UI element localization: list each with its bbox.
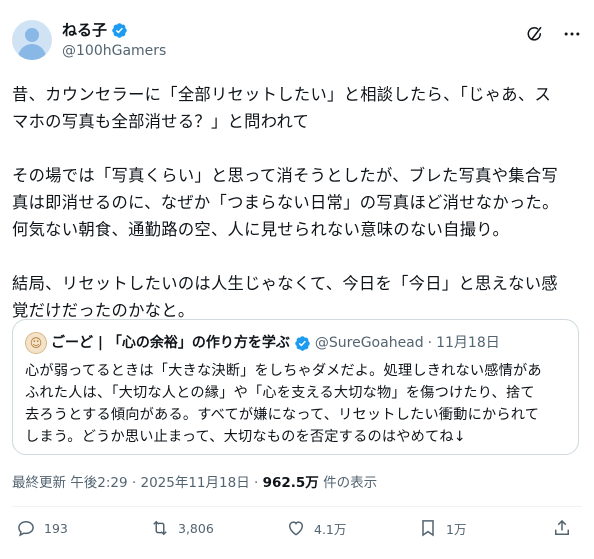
quote-avatar: ☺ — [25, 332, 47, 354]
bookmark-button[interactable]: 1万 — [418, 518, 466, 538]
tweet-meta: 最終更新 午後2:29 · 2025年11月18日 · 962.5万 件の表示 — [12, 474, 377, 492]
verified-badge-icon — [295, 335, 310, 351]
avatar-head — [25, 28, 39, 42]
views-label: 件の表示 — [318, 475, 378, 491]
grok-icon[interactable] — [526, 25, 544, 43]
heart-icon — [288, 521, 304, 536]
quote-separator: · — [427, 335, 433, 351]
tweet-header: ねる子 @100hGamers — [12, 20, 582, 64]
quote-date: 11月18日 — [436, 335, 500, 351]
verified-badge-icon — [112, 23, 127, 38]
repost-count: 3,806 — [178, 520, 214, 536]
quoted-tweet[interactable]: ☺ ごーど | 「心の余裕」の作り方を学ぶ @SureGoahead · 11月… — [12, 319, 579, 455]
quote-text: 心が弱ってるときは「大きな決断」をしちゃダメだよ。処理しきれない感情があ ふれた… — [25, 363, 542, 445]
view-count: 962.5万 — [262, 475, 319, 491]
author-block: ねる子 @100hGamers — [62, 21, 166, 61]
bookmark-icon — [422, 520, 434, 537]
author-handle[interactable]: @100hGamers — [62, 42, 166, 61]
action-bar: 193 3,806 4.1万 1万 — [12, 518, 582, 548]
like-button[interactable]: 4.1万 — [286, 518, 346, 538]
reply-icon — [18, 520, 34, 537]
avatar-body — [18, 44, 46, 60]
reply-button[interactable]: 193 — [16, 518, 68, 538]
share-button[interactable] — [552, 518, 572, 538]
meta-timestamp[interactable]: 最終更新 午後2:29 · 2025年11月18日 · — [12, 475, 263, 491]
repost-button[interactable]: 3,806 — [150, 518, 214, 538]
quote-header: ☺ ごーど | 「心の余裕」の作り方を学ぶ @SureGoahead · 11月… — [25, 332, 566, 354]
avatar[interactable] — [12, 20, 52, 60]
bookmark-count: 1万 — [446, 521, 467, 537]
quote-author-handle: @SureGoahead — [314, 335, 424, 351]
author-display-name[interactable]: ねる子 — [62, 21, 107, 40]
author-name-row: ねる子 — [62, 21, 166, 40]
tweet-text: 昔、カウンセラーに「全部リセットしたい」と相談したら、「じゃあ、ス マホの写真も… — [12, 85, 559, 320]
like-count: 4.1万 — [314, 521, 347, 537]
header-actions — [526, 24, 582, 44]
divider — [12, 506, 582, 507]
share-icon — [555, 519, 569, 535]
quote-author-name: ごーど | 「心の余裕」の作り方を学ぶ — [51, 335, 290, 351]
repost-icon — [153, 520, 167, 536]
reply-count: 193 — [44, 520, 68, 536]
more-icon[interactable] — [562, 24, 582, 44]
